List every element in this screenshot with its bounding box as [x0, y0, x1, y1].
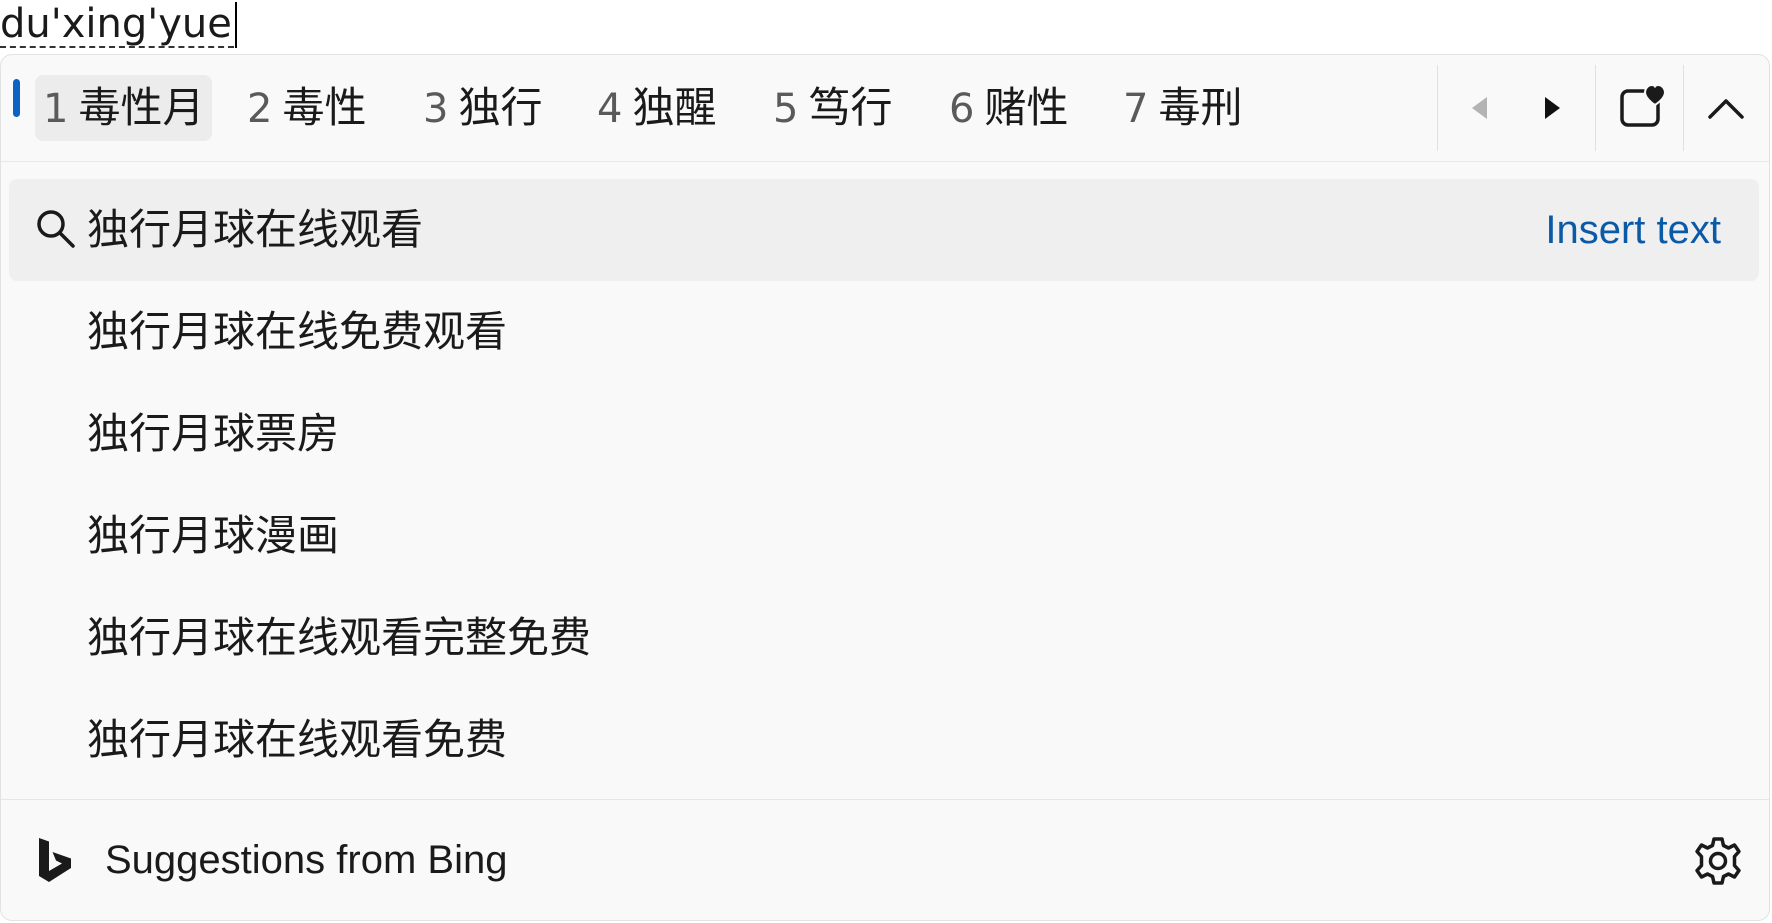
candidate-text: 独行 [458, 83, 543, 132]
chevron-up-icon [1708, 99, 1744, 119]
candidate-number: 3 [423, 86, 449, 132]
candidate-text: 毒性月 [78, 83, 205, 132]
insert-text-button[interactable]: Insert text [1545, 179, 1721, 281]
candidate-2[interactable]: 2 毒性 [239, 75, 374, 141]
candidate-5[interactable]: 5 笃行 [765, 75, 900, 141]
collapse-button[interactable] [1701, 83, 1751, 133]
candidate-text: 笃行 [808, 83, 893, 132]
divider [1595, 65, 1596, 151]
previous-page-button[interactable] [1455, 83, 1505, 133]
candidate-6[interactable]: 6 赌性 [941, 75, 1076, 141]
candidate-text: 赌性 [984, 83, 1069, 132]
candidate-text: 毒性 [282, 83, 367, 132]
candidate-number: 4 [597, 86, 623, 132]
candidate-text: 独醒 [632, 83, 717, 132]
candidate-number: 2 [247, 86, 273, 132]
composition-string: du'xing'yue [0, 0, 237, 50]
suggestion-text: 独行月球在线观看 [87, 205, 424, 254]
divider [1437, 65, 1438, 151]
candidate-bar: 1 毒性月 2 毒性 3 独行 4 独醒 5 笃行 6 赌性 7 毒刑 [1, 55, 1769, 162]
suggestion-text: 独行月球在线免费观看 [87, 307, 508, 356]
suggestion-text: 独行月球漫画 [87, 511, 340, 560]
suggestion-text: 独行月球票房 [87, 409, 340, 458]
candidate-number: 5 [773, 86, 799, 132]
search-icon [37, 210, 75, 248]
divider [1683, 65, 1684, 151]
bing-logo-icon [39, 838, 71, 882]
candidate-4[interactable]: 4 独醒 [589, 75, 724, 141]
next-page-button[interactable] [1527, 83, 1577, 133]
candidate-number: 1 [43, 86, 69, 132]
candidate-1[interactable]: 1 毒性月 [35, 75, 213, 141]
favorites-button[interactable] [1613, 79, 1669, 135]
calendar-heart-icon [1620, 83, 1665, 127]
candidate-text: 毒刑 [1158, 83, 1243, 132]
suggestion-text: 独行月球在线观看免费 [87, 715, 508, 764]
text-caret [234, 2, 237, 48]
suggestion-item[interactable]: 独行月球在线免费观看 [9, 281, 1759, 383]
suggestion-item[interactable]: 独行月球在线观看完整免费 [9, 587, 1759, 689]
selection-accent [13, 79, 20, 117]
triangle-right-icon [1545, 97, 1560, 119]
composition-text: du'xing'yue [0, 1, 234, 48]
suggestion-item[interactable]: 独行月球票房 [9, 383, 1759, 485]
panel-footer: Suggestions from Bing [1, 799, 1769, 920]
suggestion-item[interactable]: 独行月球漫画 [9, 485, 1759, 587]
suggestion-text: 独行月球在线观看完整免费 [87, 613, 592, 662]
suggestion-item[interactable]: 独行月球在线观看免费 [9, 689, 1759, 791]
triangle-left-icon [1472, 97, 1487, 119]
suggestions-source-label: Suggestions from Bing [105, 838, 508, 882]
ime-candidate-panel: 1 毒性月 2 毒性 3 独行 4 独醒 5 笃行 6 赌性 7 毒刑 独行月球… [0, 54, 1770, 921]
suggestion-item[interactable]: 独行月球在线观看 Insert text [9, 179, 1759, 281]
candidate-number: 6 [949, 86, 975, 132]
candidate-3[interactable]: 3 独行 [415, 75, 550, 141]
bing-suggestions-list: 独行月球在线观看 Insert text 独行月球在线免费观看 独行月球票房 独… [9, 179, 1759, 791]
candidate-7[interactable]: 7 毒刑 [1115, 75, 1250, 141]
gear-icon[interactable] [1693, 836, 1743, 886]
candidate-number: 7 [1123, 86, 1149, 132]
